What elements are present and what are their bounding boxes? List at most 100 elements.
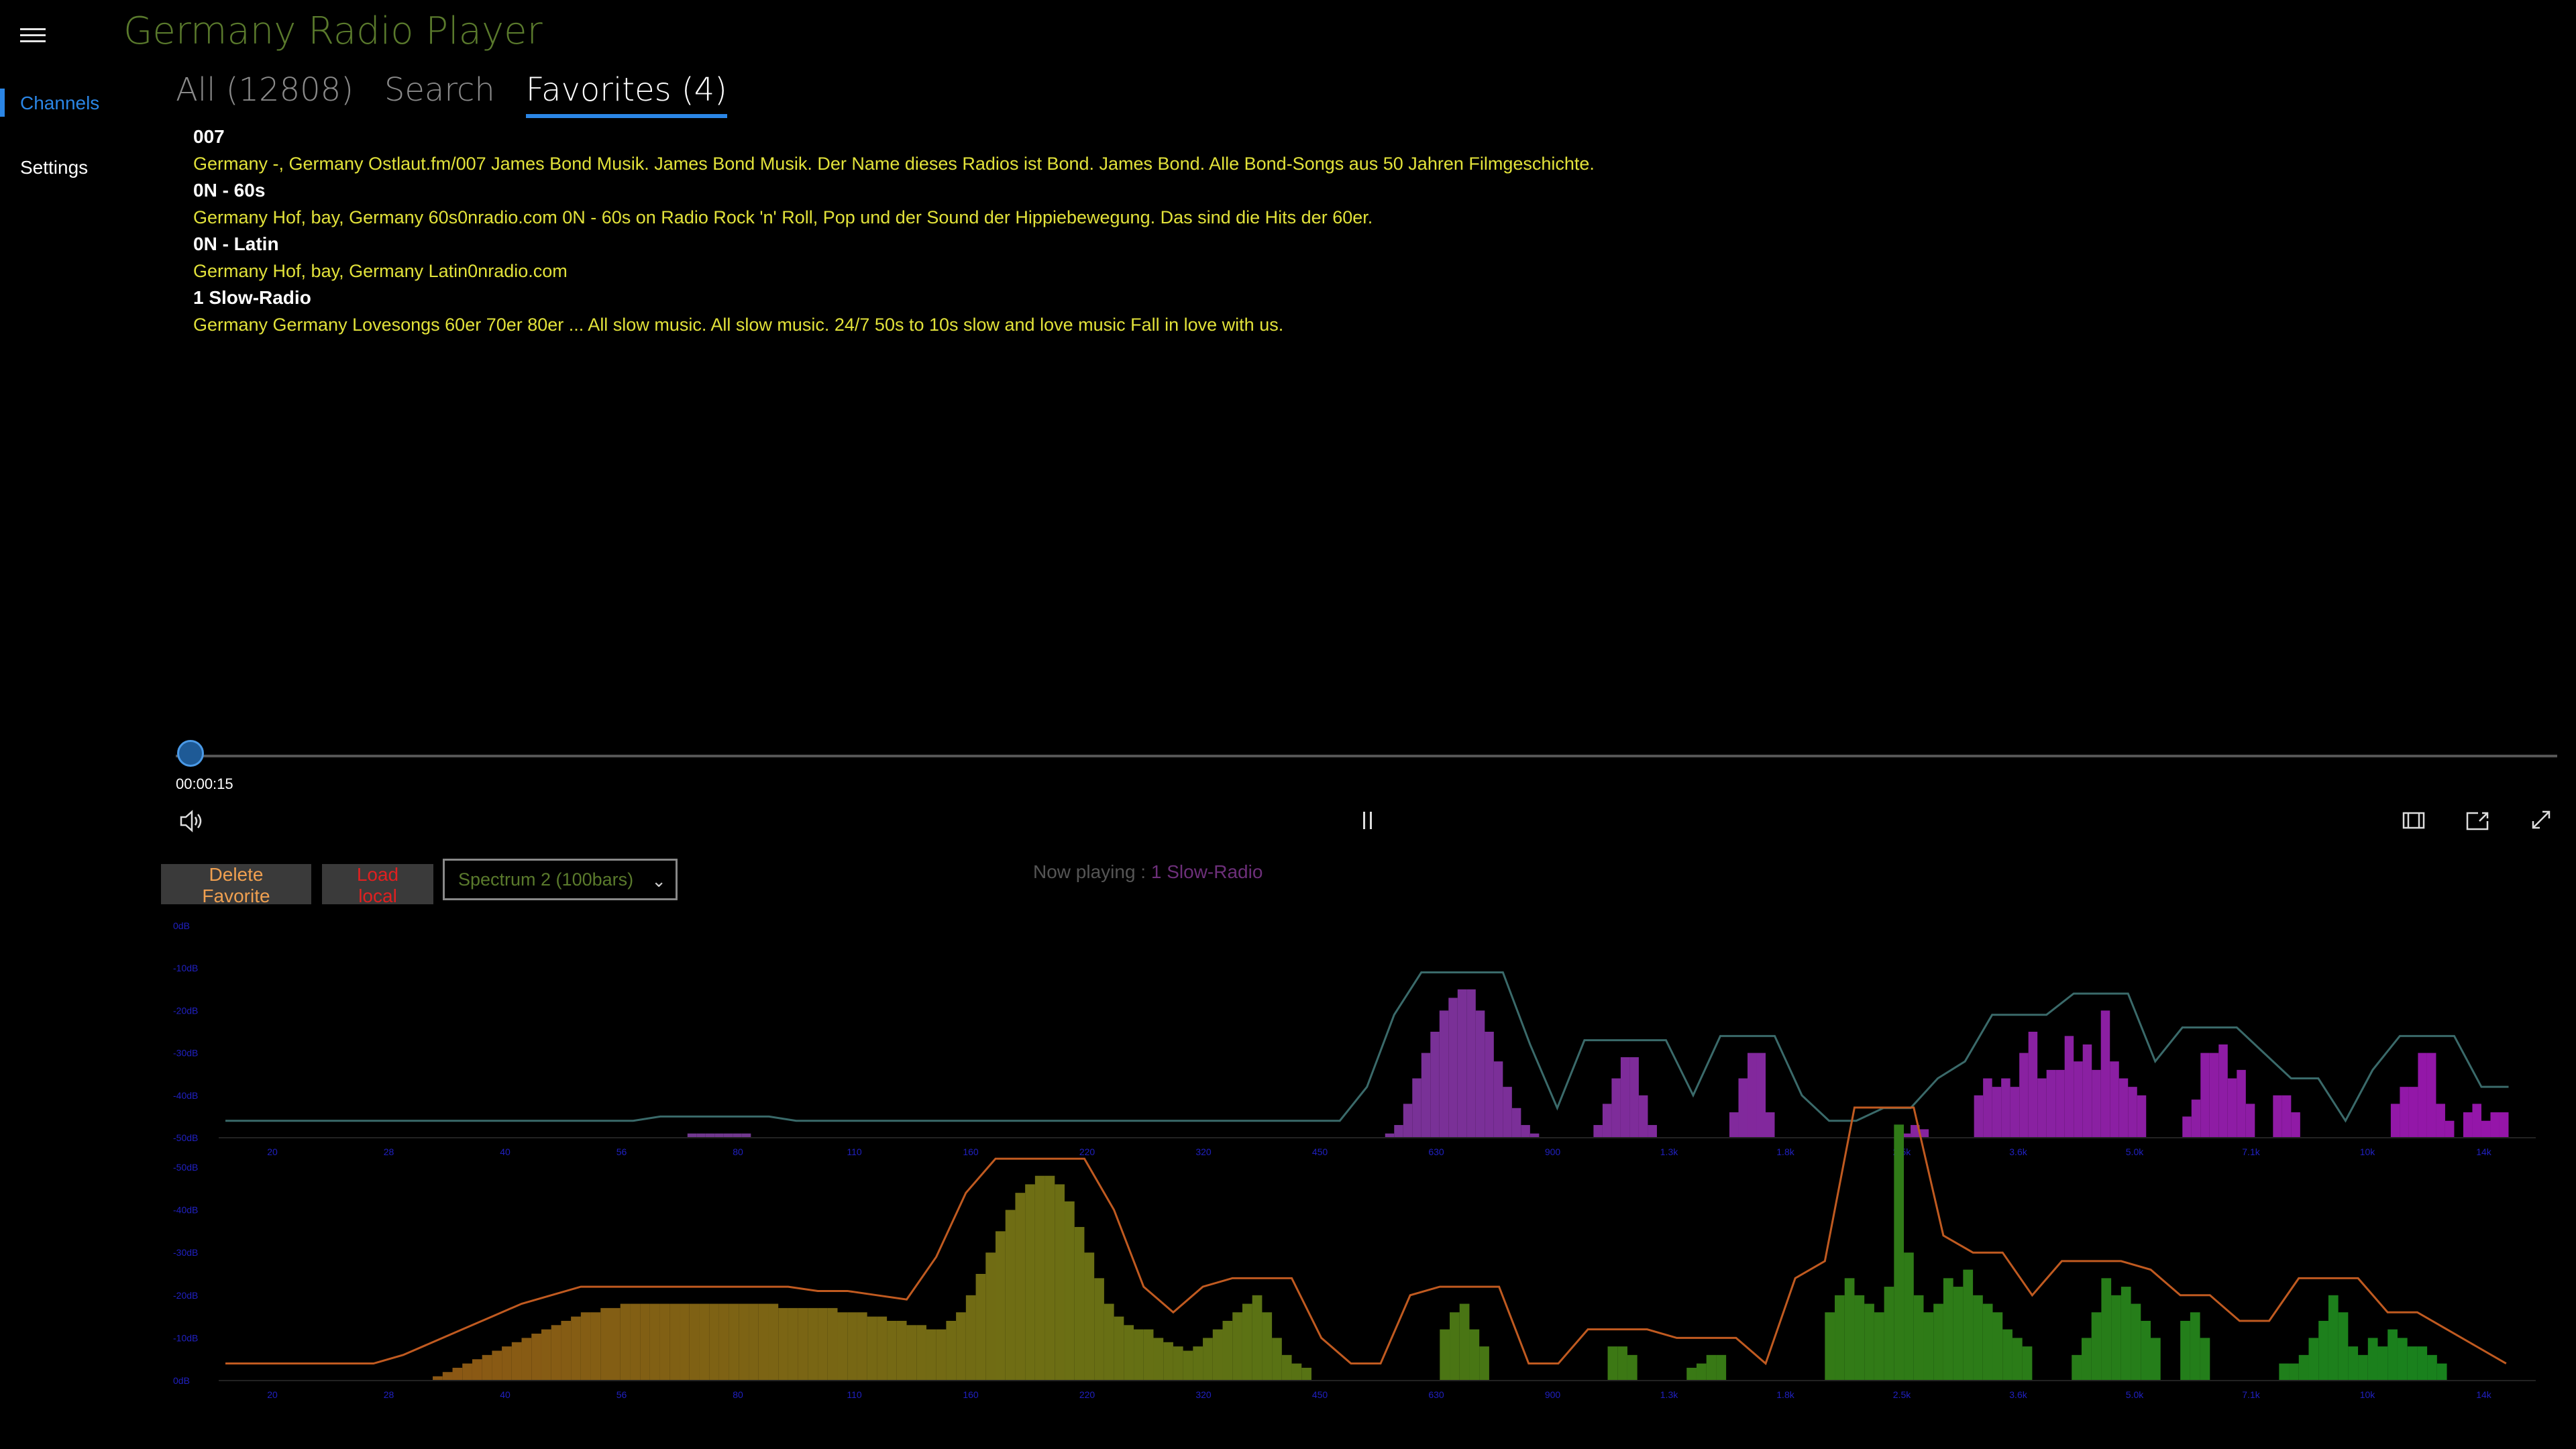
spectrum-bar (1440, 1329, 1450, 1381)
spectrum-bar (2209, 1053, 2219, 1138)
tab-favorites[interactable]: Favorites (4) (525, 71, 727, 118)
spectrum-bar (709, 1303, 719, 1381)
channel-item[interactable]: 0N - Latin Germany Hof, bay, Germany Lat… (193, 231, 2474, 284)
freq-tick-label: 1.3k (1660, 1146, 1678, 1157)
spectrum-bar (1485, 1032, 1494, 1138)
visualizer-select[interactable]: Spectrum 2 (100bars) ⌄ (443, 859, 678, 900)
spectrum-bar (2141, 1320, 2151, 1381)
spectrum-bar (867, 1316, 877, 1381)
spectrum-bar (1015, 1193, 1026, 1381)
load-local-button[interactable]: Load local (322, 864, 433, 906)
spectrum-bar (2279, 1363, 2290, 1381)
db-tick-label: -50dB (173, 1132, 198, 1143)
spectrum-bar (2190, 1312, 2200, 1381)
freq-tick-label: 160 (963, 1146, 979, 1157)
spectrum-bar (472, 1359, 482, 1381)
hamburger-menu-icon[interactable] (20, 24, 46, 51)
channel-item[interactable]: 1 Slow-Radio Germany Germany Lovesongs 6… (193, 284, 2474, 338)
channel-name: 007 (193, 126, 225, 147)
spectrum-bar (1884, 1287, 1894, 1381)
spectrum-bar (2121, 1287, 2131, 1381)
channel-name: 0N - Latin (193, 233, 279, 254)
spectrum-bar (2110, 1061, 2119, 1138)
spectrum-bar (2407, 1346, 2418, 1381)
spectrum-bar (2227, 1078, 2237, 1138)
spectrum-bar (2289, 1363, 2299, 1381)
spectrum-bar (1134, 1329, 1144, 1381)
spectrum-bar (1403, 1104, 1413, 1138)
spectrum-bar (2118, 1078, 2129, 1138)
spectrum-bar (502, 1346, 512, 1381)
seek-slider[interactable] (176, 755, 2557, 757)
spectrum-bar (1475, 1010, 1485, 1138)
freq-tick-label: 450 (1312, 1146, 1328, 1157)
spectrum-bar (2436, 1363, 2447, 1381)
freq-tick-label: 900 (1545, 1146, 1561, 1157)
spectrum-bar (2291, 1112, 2300, 1138)
spectrum-bar (2012, 1338, 2023, 1381)
nav-item-settings[interactable]: Settings (20, 157, 88, 178)
spectrum-bar (739, 1303, 749, 1381)
spectrum-bar (1173, 1346, 1183, 1381)
spectrum-bar (729, 1303, 739, 1381)
spectrum-bar (1034, 1175, 1045, 1381)
spectrum-bar (590, 1312, 601, 1381)
spectrum-bar (2445, 1120, 2455, 1138)
freq-tick-label: 5.0k (2126, 1389, 2144, 1400)
spectrum-bar (1163, 1342, 1173, 1381)
spectrum-bar (1044, 1175, 1055, 1381)
spectrum-bar (1421, 1053, 1431, 1138)
spectrum-bar (1607, 1346, 1618, 1381)
spectrum-bar (1904, 1252, 1914, 1381)
freq-tick-label: 320 (1195, 1146, 1212, 1157)
freq-tick-label: 1.8k (1776, 1146, 1794, 1157)
spectrum-bar (1973, 1295, 1983, 1381)
pause-icon[interactable] (1360, 809, 1375, 835)
spectrum-bar (1104, 1303, 1114, 1381)
spectrum-bar (2338, 1312, 2349, 1381)
spectrum-bar (2064, 1036, 2074, 1138)
spectrum-bar (1933, 1303, 1943, 1381)
spectrum-bar (2282, 1095, 2292, 1138)
spectrum-bar (1913, 1295, 1924, 1381)
fullscreen-icon[interactable] (2529, 808, 2553, 835)
nav-selection-indicator (0, 89, 5, 117)
spectrum-bar (2200, 1338, 2210, 1381)
spectrum-bar (2091, 1312, 2102, 1381)
channel-item[interactable]: 0N - 60s Germany Hof, bay, Germany 60s0n… (193, 177, 2474, 231)
spectrum-bar (1439, 1010, 1449, 1138)
spectrum-bar (985, 1252, 996, 1381)
spectrum-bar (669, 1303, 680, 1381)
freq-tick-label: 110 (847, 1146, 862, 1157)
nav-item-channels[interactable]: Channels (20, 93, 99, 114)
db-tick-label: -10dB (173, 963, 198, 973)
volume-icon[interactable] (178, 809, 205, 837)
spectrum-bar (1153, 1338, 1164, 1381)
channel-item[interactable]: 007 Germany -, Germany Ostlaut.fm/007 Ja… (193, 123, 2474, 177)
spectrum-bar (600, 1307, 610, 1381)
spectrum-bar (689, 1303, 700, 1381)
spectrum-bar (659, 1303, 670, 1381)
spectrum-bar (2028, 1032, 2038, 1138)
db-tick-label: -40dB (173, 1090, 198, 1101)
seek-slider-thumb[interactable] (177, 740, 204, 767)
spectrum-bar (571, 1316, 581, 1381)
spectrum-bar (1183, 1350, 1193, 1381)
spectrum-bar (1943, 1278, 1953, 1381)
tab-bar: All (12808) Search Favorites (4) (176, 71, 727, 118)
spectrum-bar (2081, 1338, 2092, 1381)
spectrum-bar (956, 1312, 966, 1381)
channel-description: Germany Hof, bay, Germany 60s0nradio.com… (193, 207, 1373, 227)
spectrum-bar (442, 1372, 453, 1381)
aspect-ratio-icon[interactable] (2402, 810, 2426, 834)
tab-all[interactable]: All (12808) (176, 71, 354, 118)
cast-icon[interactable] (2465, 808, 2491, 835)
spectrum-bar (1459, 1303, 1470, 1381)
spectrum-bar (818, 1307, 828, 1381)
delete-favorite-button[interactable]: Delete Favorite (161, 864, 311, 906)
spectrum-bar (887, 1320, 897, 1381)
spectrum-envelope-line (225, 971, 2509, 1123)
spectrum-bar (1430, 1032, 1440, 1138)
spectrum-bar (1222, 1320, 1233, 1381)
tab-search[interactable]: Search (384, 71, 495, 118)
